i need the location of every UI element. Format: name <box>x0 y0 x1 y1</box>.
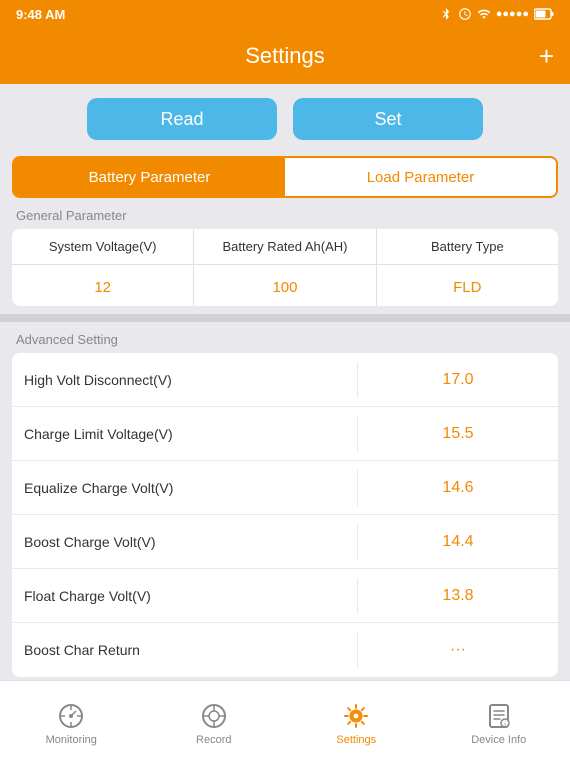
table-row: Charge Limit Voltage(V) 15.5 <box>12 407 558 461</box>
table-row: Boost Charge Volt(V) 14.4 <box>12 515 558 569</box>
header: Settings + <box>0 28 570 84</box>
settings-table: High Volt Disconnect(V) 17.0 Charge Limi… <box>12 353 558 677</box>
nav-record-label: Record <box>196 734 231 746</box>
bottom-nav: Monitoring Record Settings <box>0 680 570 760</box>
nav-record[interactable]: Record <box>143 696 286 746</box>
nav-settings[interactable]: Settings <box>285 696 428 746</box>
val-2: FLD <box>385 279 550 296</box>
table-row: Float Charge Volt(V) 13.8 <box>12 569 558 623</box>
row-label-2: Equalize Charge Volt(V) <box>12 470 358 506</box>
val-0: 12 <box>20 279 185 296</box>
row-label-3: Boost Charge Volt(V) <box>12 524 358 560</box>
tab-selector: Battery Parameter Load Parameter <box>12 156 558 198</box>
table-row: High Volt Disconnect(V) 17.0 <box>12 353 558 407</box>
set-button[interactable]: Set <box>293 98 483 140</box>
advanced-setting-label: Advanced Setting <box>12 322 558 353</box>
nav-monitoring[interactable]: Monitoring <box>0 696 143 746</box>
row-label-5: Boost Char Return <box>12 632 358 668</box>
row-value-2: 14.6 <box>358 469 558 507</box>
col-battery-rated: Battery Rated Ah(AH) <box>194 229 376 264</box>
row-value-5: ··· <box>358 631 558 669</box>
status-time: 9:48 AM <box>16 7 65 22</box>
signal-icon <box>477 7 491 21</box>
status-bar: 9:48 AM ●●●●● <box>0 0 570 28</box>
record-icon <box>200 702 228 730</box>
status-icons: ●●●●● <box>439 7 554 21</box>
col-header-1: Battery Rated Ah(AH) <box>202 239 367 254</box>
bluetooth-icon <box>439 7 453 21</box>
col-header-0: System Voltage(V) <box>20 239 185 254</box>
col-battery-type: Battery Type <box>377 229 558 264</box>
row-label-4: Float Charge Volt(V) <box>12 578 358 614</box>
col-header-2: Battery Type <box>385 239 550 254</box>
battery-indicator: ●●●●● <box>496 8 529 20</box>
main-content: Read Set Battery Parameter Load Paramete… <box>0 84 570 680</box>
add-button[interactable]: + <box>539 41 554 72</box>
row-value-4: 13.8 <box>358 577 558 615</box>
row-value-0: 17.0 <box>358 361 558 399</box>
general-param-label: General Parameter <box>12 198 558 229</box>
alarm-icon <box>458 7 472 21</box>
nav-monitoring-label: Monitoring <box>46 734 97 746</box>
monitoring-icon <box>57 702 85 730</box>
val-1: 100 <box>202 279 367 296</box>
row-label-0: High Volt Disconnect(V) <box>12 362 358 398</box>
nav-settings-label: Settings <box>336 734 376 746</box>
battery-icon <box>534 8 554 20</box>
general-param-values: 12 100 FLD <box>12 265 558 306</box>
action-buttons: Read Set <box>12 98 558 140</box>
tab-battery-param[interactable]: Battery Parameter <box>14 158 285 196</box>
tab-load-param[interactable]: Load Parameter <box>285 158 556 196</box>
col-system-voltage: System Voltage(V) <box>12 229 194 264</box>
val-battery-rated: 100 <box>194 265 376 306</box>
general-param-block: System Voltage(V) Battery Rated Ah(AH) B… <box>12 229 558 306</box>
val-battery-type: FLD <box>377 265 558 306</box>
read-button[interactable]: Read <box>87 98 277 140</box>
page-title: Settings <box>245 43 325 69</box>
row-value-1: 15.5 <box>358 415 558 453</box>
nav-device-info[interactable]: i Device Info <box>428 696 570 746</box>
section-divider <box>0 314 570 322</box>
table-row: Boost Char Return ··· <box>12 623 558 677</box>
row-label-1: Charge Limit Voltage(V) <box>12 416 358 452</box>
settings-icon <box>342 702 370 730</box>
table-row: Equalize Charge Volt(V) 14.6 <box>12 461 558 515</box>
device-info-icon: i <box>485 702 513 730</box>
nav-device-info-label: Device Info <box>471 734 526 746</box>
val-system-voltage: 12 <box>12 265 194 306</box>
general-param-headers: System Voltage(V) Battery Rated Ah(AH) B… <box>12 229 558 265</box>
row-value-3: 14.4 <box>358 523 558 561</box>
